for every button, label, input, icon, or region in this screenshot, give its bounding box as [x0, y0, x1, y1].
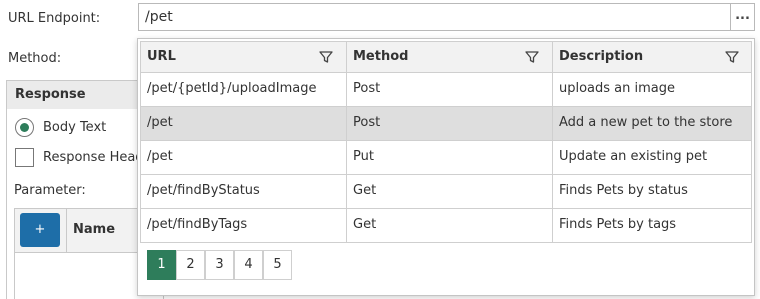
- url-column-title: URL: [147, 49, 176, 64]
- response-headers-label: Response Head: [43, 150, 144, 165]
- url-cell: /pet: [141, 141, 347, 174]
- description-cell: uploads an image: [559, 81, 676, 96]
- table-row[interactable]: /pet/findByTags Get Finds Pets by tags: [140, 209, 752, 243]
- url-column-header[interactable]: URL: [141, 42, 347, 72]
- url-browse-button[interactable]: ...: [730, 3, 755, 31]
- page-button-5[interactable]: 5: [263, 250, 292, 280]
- body-text-label: Body Text: [43, 120, 107, 135]
- table-row[interactable]: /pet/findByStatus Get Finds Pets by stat…: [140, 175, 752, 209]
- description-cell: Finds Pets by status: [559, 183, 688, 198]
- url-cell: /pet/{petId}/uploadImage: [141, 73, 347, 106]
- description-column-title: Description: [559, 49, 644, 64]
- body-text-radio[interactable]: [15, 118, 34, 137]
- method-cell: Post: [347, 107, 553, 140]
- method-cell: Get: [347, 175, 553, 208]
- method-cell: Get: [347, 209, 553, 242]
- radio-selected-dot: [20, 123, 29, 132]
- name-column-header[interactable]: Name: [73, 222, 115, 237]
- method-cell: Put: [347, 141, 553, 174]
- filter-icon[interactable]: [725, 50, 739, 64]
- method-column-header[interactable]: Method: [347, 42, 553, 72]
- url-cell: /pet/findByStatus: [141, 175, 347, 208]
- table-row-selected[interactable]: /pet Post Add a new pet to the store: [140, 107, 752, 141]
- column-separator: [66, 209, 67, 253]
- url-endpoint-input[interactable]: /pet: [138, 3, 730, 31]
- endpoint-grid-header: URL Method Description: [140, 41, 752, 73]
- method-column-title: Method: [353, 49, 409, 64]
- parameter-label: Parameter:: [14, 183, 86, 198]
- method-label: Method:: [8, 51, 62, 66]
- response-headers-checkbox[interactable]: [15, 148, 34, 167]
- page-button-4[interactable]: 4: [234, 250, 263, 280]
- table-row[interactable]: /pet Put Update an existing pet: [140, 141, 752, 175]
- add-parameter-button[interactable]: +: [20, 213, 60, 247]
- description-cell: Update an existing pet: [559, 149, 708, 164]
- url-cell: /pet/findByTags: [141, 209, 347, 242]
- filter-icon[interactable]: [319, 50, 333, 64]
- description-cell: Finds Pets by tags: [559, 217, 677, 232]
- url-cell: /pet: [141, 107, 347, 140]
- filter-icon[interactable]: [525, 50, 539, 64]
- page-button-1[interactable]: 1: [147, 250, 176, 280]
- table-row[interactable]: /pet/{petId}/uploadImage Post uploads an…: [140, 73, 752, 107]
- method-cell: Post: [347, 73, 553, 106]
- description-column-header[interactable]: Description: [553, 42, 751, 72]
- url-endpoint-label: URL Endpoint:: [8, 11, 101, 26]
- page-button-2[interactable]: 2: [176, 250, 205, 280]
- url-dropdown-popup: URL Method Description /pet/{petId}/uplo…: [137, 38, 755, 296]
- page-button-3[interactable]: 3: [205, 250, 234, 280]
- description-cell: Add a new pet to the store: [559, 115, 733, 130]
